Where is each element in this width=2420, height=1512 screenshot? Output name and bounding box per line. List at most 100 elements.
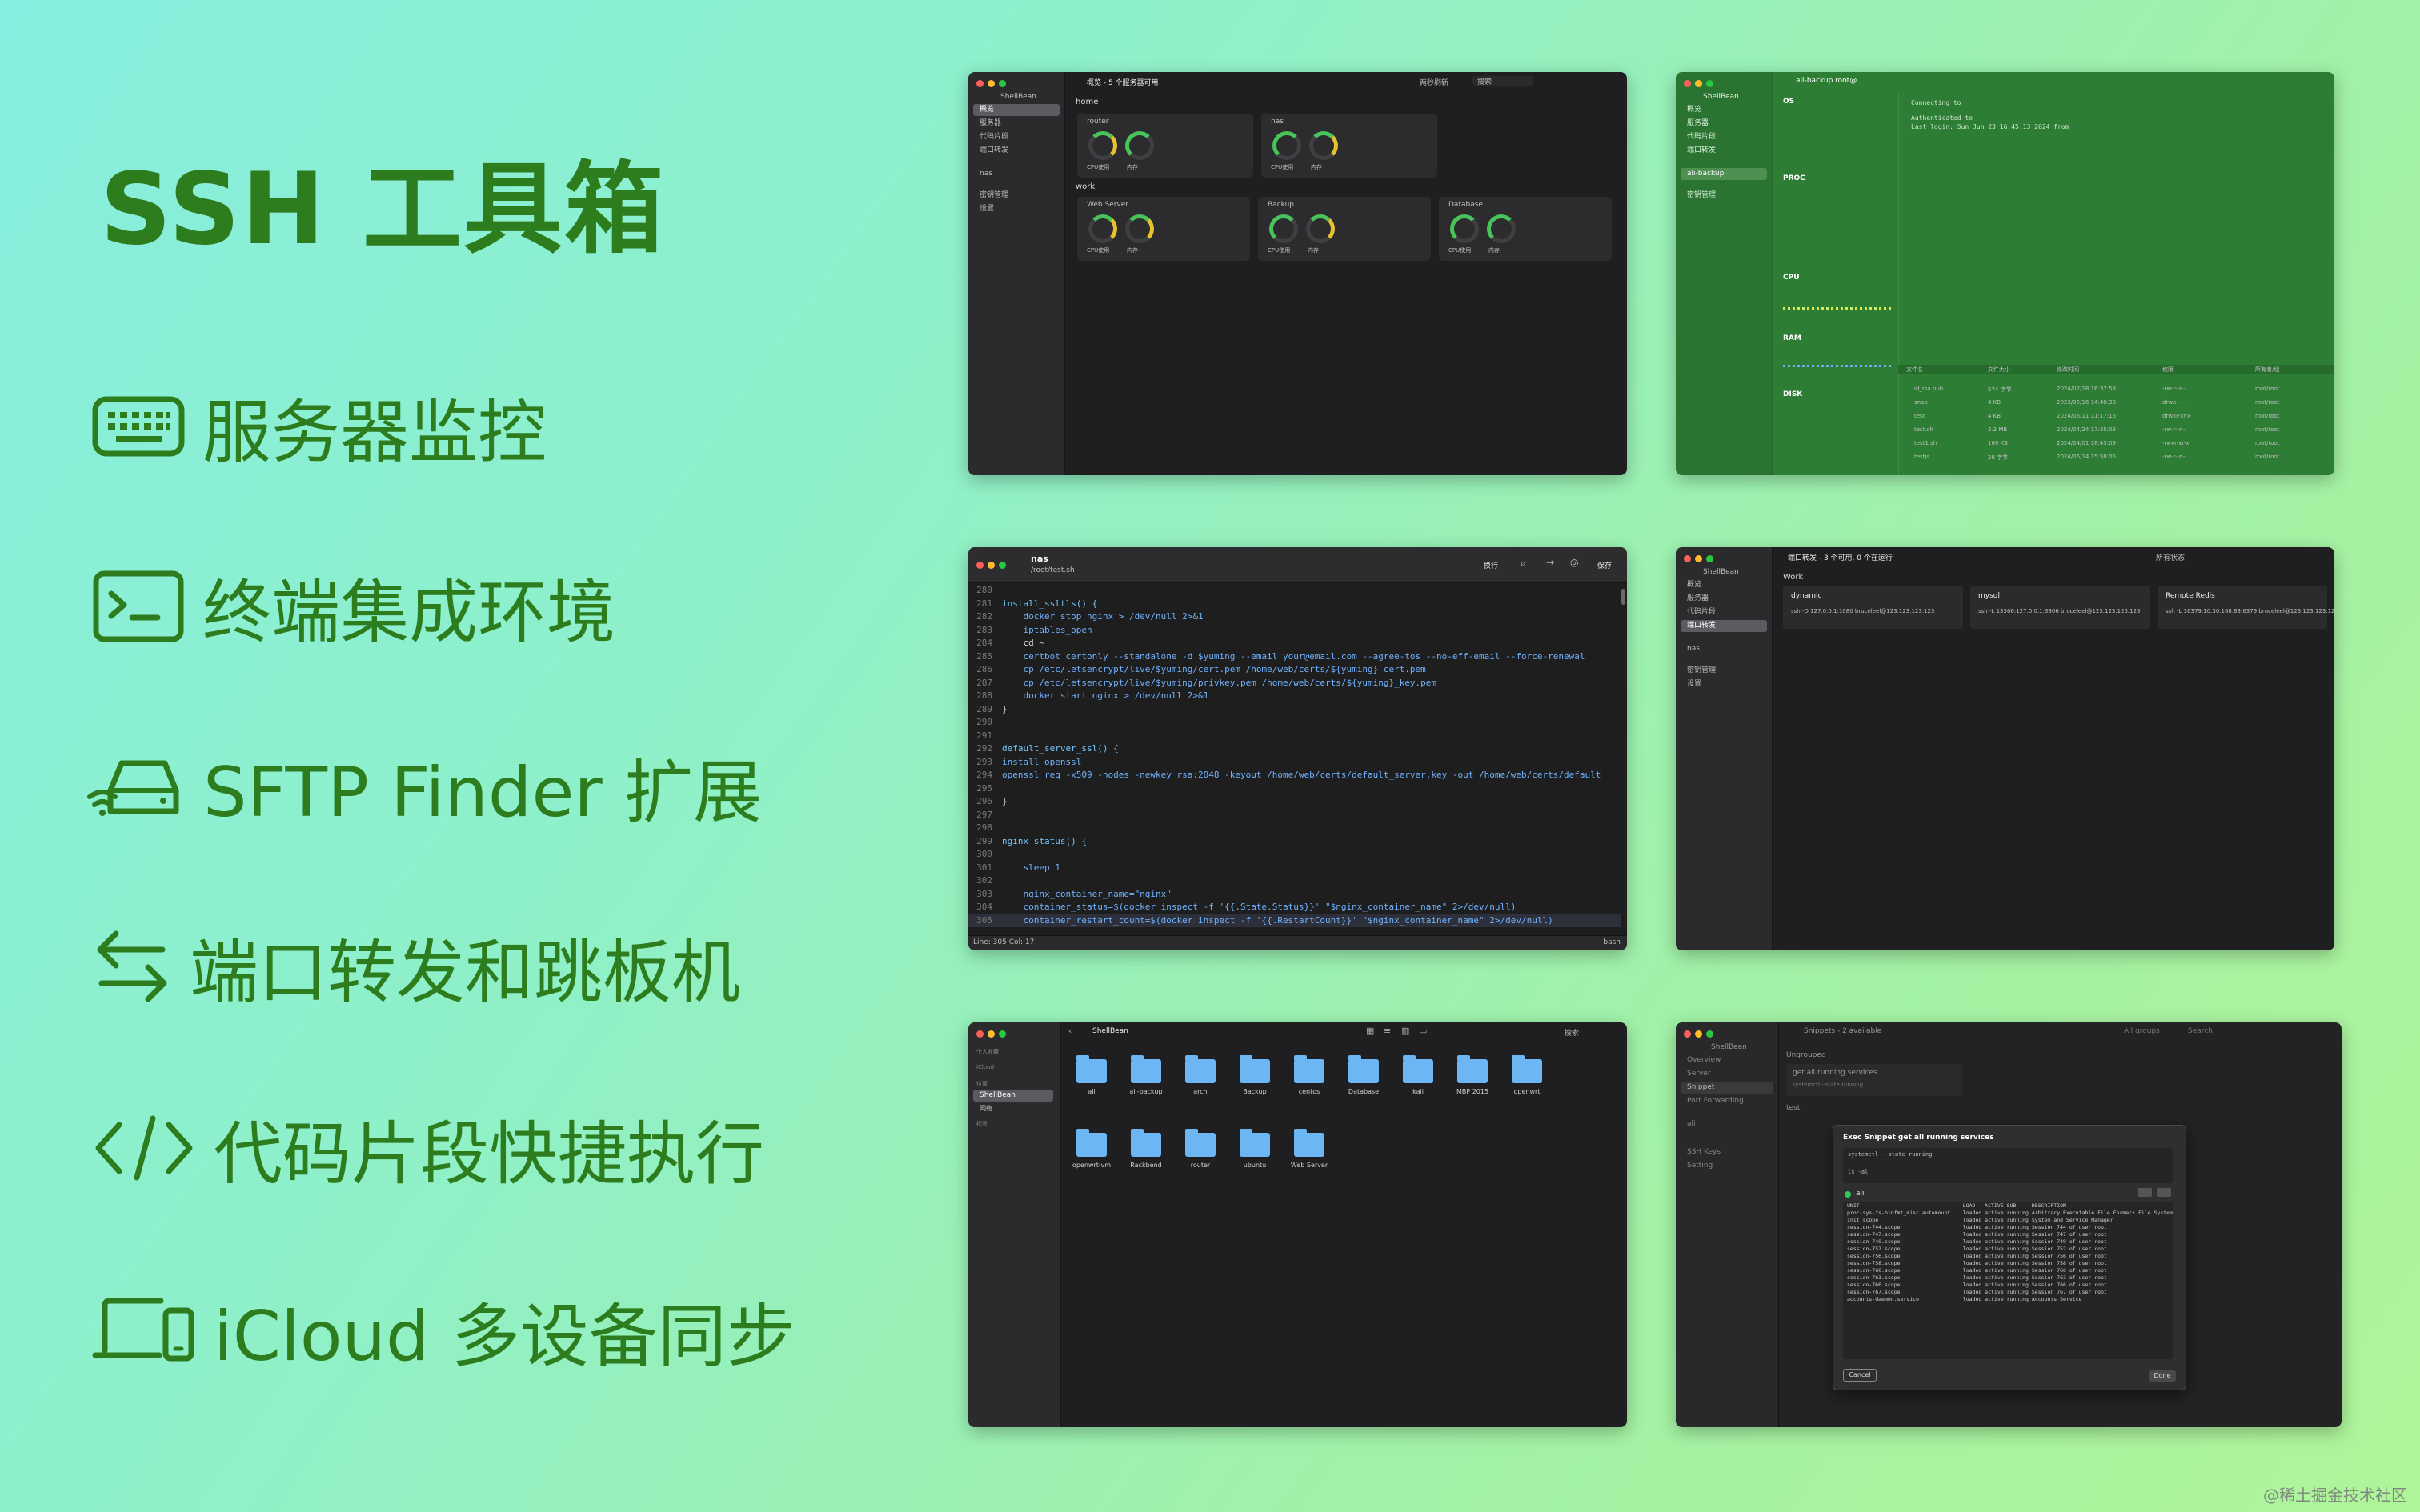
code-line[interactable]: 285 certbot certonly --standalone -d $yu… bbox=[968, 650, 1621, 664]
server-card[interactable]: Database CPU使用 内存 bbox=[1439, 197, 1612, 261]
code-line[interactable]: 284 cd ~ bbox=[968, 637, 1621, 650]
forward-card[interactable]: dynamic ssh -D 127.0.0.1:1080 bruceleel@… bbox=[1783, 586, 1963, 629]
code-line[interactable]: 287 cp /etc/letsencrypt/live/$yuming/pri… bbox=[968, 677, 1621, 690]
code-line[interactable]: 291 bbox=[968, 730, 1621, 743]
wrap-button[interactable]: 换行 bbox=[1484, 560, 1498, 570]
folder-icon[interactable] bbox=[1076, 1129, 1107, 1157]
window-controls[interactable] bbox=[976, 80, 1006, 87]
table-row[interactable]: test1.sh 169 KB 2024/04/01 18:43:09 -rwx… bbox=[1898, 440, 2334, 454]
code-line[interactable]: 280 bbox=[968, 584, 1621, 598]
code-line[interactable]: 303 nginx_container_name="nginx" bbox=[968, 888, 1621, 902]
code-line[interactable]: 297 bbox=[968, 809, 1621, 822]
sidebar-item-shellbean[interactable]: ShellBean bbox=[973, 1090, 1053, 1102]
sidebar-item-ali[interactable]: ali bbox=[1681, 1118, 1773, 1130]
sidebar-item-port-forwarding[interactable]: 端口转发 bbox=[1681, 145, 1767, 157]
table-row[interactable]: testjs 28 字节 2024/06/14 15:58:06 -rw-r--… bbox=[1898, 454, 2334, 467]
folder-icon[interactable] bbox=[1294, 1129, 1324, 1157]
folder-icon[interactable] bbox=[1294, 1055, 1324, 1083]
grid-view-icon[interactable]: ▦ bbox=[1366, 1026, 1374, 1036]
code-line[interactable]: 292 default_server_ssl() { bbox=[968, 742, 1621, 756]
code-line[interactable]: 298 bbox=[968, 822, 1621, 835]
done-button[interactable]: Done bbox=[2149, 1370, 2176, 1382]
sidebar-item-keys[interactable]: 密钥管理 bbox=[973, 190, 1060, 202]
sidebar-item-keys[interactable]: 密钥管理 bbox=[1681, 190, 1767, 202]
code-line[interactable]: 302 bbox=[968, 874, 1621, 888]
code-line[interactable]: 286 cp /etc/letsencrypt/live/$yuming/cer… bbox=[968, 663, 1621, 677]
sidebar-item-port-forwarding[interactable]: Port Forwarding bbox=[1681, 1095, 1773, 1107]
sidebar-item-servers[interactable]: 服务器 bbox=[1681, 593, 1767, 605]
snippet-card[interactable]: get all running services systemctl --sta… bbox=[1786, 1064, 1962, 1096]
back-icon[interactable]: ‹ bbox=[1068, 1026, 1072, 1036]
window-controls[interactable] bbox=[976, 562, 1006, 569]
copy-icon[interactable] bbox=[2138, 1188, 2152, 1197]
window-controls[interactable] bbox=[1684, 555, 1713, 562]
sidebar-item-snippets[interactable]: 代码片段 bbox=[1681, 131, 1767, 143]
sidebar-item-overview[interactable]: 概览 bbox=[973, 104, 1060, 116]
sidebar-item-port-forwarding[interactable]: 端口转发 bbox=[973, 145, 1060, 157]
folder-icon[interactable] bbox=[1131, 1129, 1161, 1157]
window-controls[interactable] bbox=[1684, 80, 1713, 87]
palette-icon[interactable]: ◎ bbox=[1570, 557, 1578, 568]
folder-icon[interactable] bbox=[1131, 1055, 1161, 1083]
sidebar-item-keys[interactable]: 密钥管理 bbox=[1681, 665, 1767, 677]
folder-icon[interactable] bbox=[1240, 1055, 1270, 1083]
folder-icon[interactable] bbox=[1240, 1129, 1270, 1157]
sidebar-item-snippets[interactable]: 代码片段 bbox=[973, 131, 1060, 143]
code-line[interactable]: 299 nginx_status() { bbox=[968, 835, 1621, 849]
sidebar-item-nas[interactable]: nas bbox=[973, 168, 1060, 180]
table-row[interactable]: snap 4 KB 2023/05/16 14:40:39 drwx------… bbox=[1898, 399, 2334, 413]
jump-icon[interactable]: → bbox=[1546, 557, 1554, 568]
save-button[interactable]: 保存 bbox=[1597, 560, 1612, 570]
refresh-selector[interactable]: 两秒刷新 bbox=[1420, 77, 1448, 87]
gallery-view-icon[interactable]: ▭ bbox=[1419, 1026, 1427, 1036]
table-row[interactable]: test.sh 2.3 MB 2024/04/24 17:35:08 -rw-r… bbox=[1898, 426, 2334, 440]
code-editor[interactable]: 280 281 install_ssltls() {282 docker stop … bbox=[968, 584, 1621, 930]
cancel-button[interactable]: Cancel bbox=[1843, 1369, 1877, 1382]
column-view-icon[interactable]: ▥ bbox=[1401, 1026, 1409, 1036]
window-controls[interactable] bbox=[976, 1030, 1006, 1038]
sidebar-item-snippets[interactable]: 代码片段 bbox=[1681, 606, 1767, 618]
expand-icon[interactable] bbox=[2157, 1188, 2171, 1197]
code-line[interactable]: 294 openssl req -x509 -nodes -newkey rsa:… bbox=[968, 769, 1621, 782]
server-card[interactable]: router CPU使用 内存 bbox=[1077, 114, 1253, 178]
sidebar-item-snippet[interactable]: Snippet bbox=[1681, 1082, 1773, 1094]
scrollbar[interactable] bbox=[1621, 589, 1625, 605]
code-line[interactable]: 293 install openssl bbox=[968, 756, 1621, 770]
forward-card[interactable]: mysql ssh -L 13306:127.0.0.1:3306 brucel… bbox=[1970, 586, 2150, 629]
server-card[interactable]: Web Server CPU使用 内存 bbox=[1077, 197, 1250, 261]
sidebar-item-server[interactable]: Server bbox=[1681, 1068, 1773, 1080]
code-line[interactable]: 290 bbox=[968, 716, 1621, 730]
sidebar-item-network[interactable]: 网络 bbox=[980, 1104, 992, 1113]
folder-icon[interactable] bbox=[1076, 1055, 1107, 1083]
command-field[interactable]: systemctl --state running ls -al bbox=[1843, 1148, 2173, 1183]
search-input[interactable]: 搜索 bbox=[1565, 1027, 1579, 1038]
list-view-icon[interactable]: ≡ bbox=[1384, 1026, 1391, 1036]
sidebar-item-overview[interactable]: 概览 bbox=[1681, 104, 1767, 116]
code-line[interactable]: 283 iptables_open bbox=[968, 624, 1621, 638]
sidebar-item-overview[interactable]: 概览 bbox=[1681, 579, 1767, 591]
folder-icon[interactable] bbox=[1348, 1055, 1379, 1083]
terminal-pane[interactable]: Connecting to Authenticated to Last logi… bbox=[1905, 93, 2334, 221]
code-line[interactable]: 296} bbox=[968, 795, 1621, 809]
code-line[interactable]: 288 docker start nginx > /dev/null 2>&1 bbox=[968, 690, 1621, 703]
status-filter[interactable]: 所有状态 bbox=[2156, 552, 2185, 562]
search-icon[interactable]: ⌕ bbox=[1521, 558, 1526, 570]
sidebar-item-ali-backup[interactable]: ali-backup bbox=[1681, 168, 1767, 180]
sidebar-item-servers[interactable]: 服务器 bbox=[1681, 118, 1767, 130]
sidebar-item-settings[interactable]: 设置 bbox=[1681, 678, 1767, 690]
table-row[interactable]: test 4 KB 2024/06/11 11:17:16 drwxr-xr-x… bbox=[1898, 413, 2334, 426]
code-line[interactable]: 289} bbox=[968, 703, 1621, 717]
sidebar-item-overview[interactable]: Overview bbox=[1681, 1054, 1773, 1066]
code-line[interactable]: 282 docker stop nginx > /dev/null 2>&1 bbox=[968, 610, 1621, 624]
folder-icon[interactable] bbox=[1512, 1055, 1542, 1083]
folder-icon[interactable] bbox=[1185, 1129, 1216, 1157]
folder-icon[interactable] bbox=[1185, 1055, 1216, 1083]
server-card[interactable]: nas CPU使用 内存 bbox=[1261, 114, 1437, 178]
code-line[interactable]: 301 sleep 1 bbox=[968, 862, 1621, 875]
sidebar-item-settings[interactable]: 设置 bbox=[973, 203, 1060, 215]
sidebar-item-nas[interactable]: nas bbox=[1681, 643, 1767, 655]
code-line[interactable]: 304 container_status=$(docker inspect -f… bbox=[968, 901, 1621, 914]
search-input[interactable]: 搜索 bbox=[1472, 76, 1533, 86]
code-line[interactable]: 295 bbox=[968, 782, 1621, 796]
group-filter[interactable]: All groups bbox=[2124, 1027, 2160, 1035]
